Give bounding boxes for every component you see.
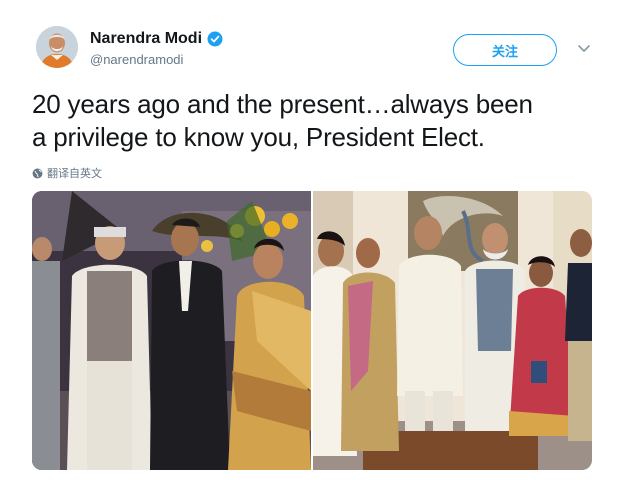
globe-icon <box>32 168 43 178</box>
media-grid <box>32 191 592 470</box>
translate-label: 翻译自英文 <box>47 167 102 180</box>
photo-past[interactable] <box>32 191 311 470</box>
tweet-text: 20 years ago and the present…always been… <box>32 88 592 154</box>
verified-badge-icon <box>207 31 223 47</box>
avatar-image <box>36 26 78 68</box>
photo-present-image <box>313 191 592 470</box>
author-name[interactable]: Narendra Modi <box>90 30 202 48</box>
tweet-text-line: 20 years ago and the present…always been <box>32 89 533 119</box>
avatar[interactable] <box>36 26 78 68</box>
author-handle[interactable]: @narendramodi <box>90 52 183 67</box>
author-name-row: Narendra Modi <box>90 30 223 48</box>
tweet-text-line: a privilege to know you, President Elect… <box>32 122 485 152</box>
photo-past-image <box>32 191 311 470</box>
photo-present[interactable] <box>313 191 592 470</box>
chevron-down-icon[interactable] <box>577 44 591 54</box>
follow-button[interactable]: 关注 <box>453 34 557 66</box>
translate-tweet-link[interactable]: 翻译自英文 <box>32 165 102 181</box>
